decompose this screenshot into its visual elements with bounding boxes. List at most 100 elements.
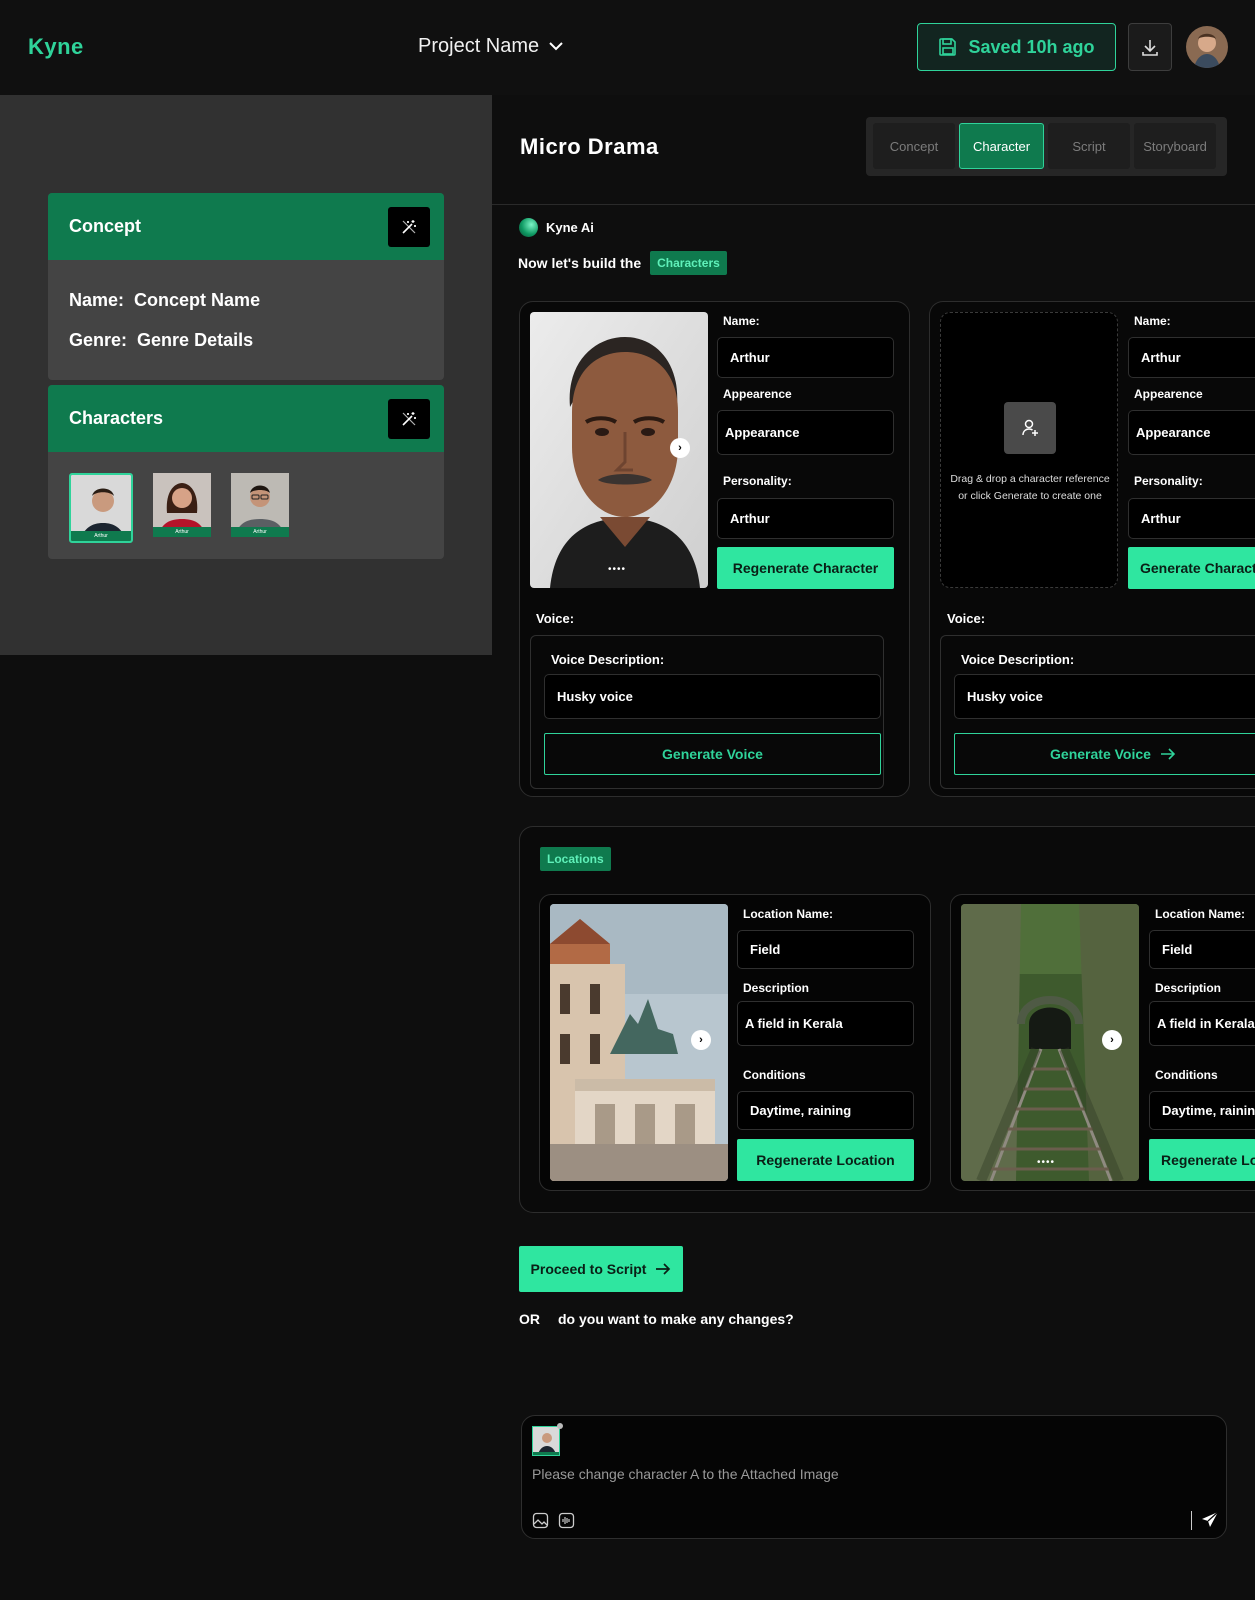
page-title: Micro Drama [520,134,659,159]
characters-card: Characters Arthur Arthur Arthur [48,385,444,559]
regenerate-location-button[interactable]: Regenerate Lo [1149,1139,1255,1181]
name-label: Name: [723,314,760,328]
chevron-down-icon [549,42,563,51]
characters-card-title: Characters [69,408,164,428]
dropzone-hint: Drag & drop a character reference or cli… [950,473,1110,502]
regenerate-character-button[interactable]: Regenerate Character [717,547,894,589]
appearance-input[interactable]: Appearance [1128,410,1255,455]
locations-chip: Locations [540,847,611,871]
voice-description-label: Voice Description: [961,652,1075,667]
character-dropzone[interactable]: Drag & drop a character reference or cli… [940,312,1118,588]
tab-storyboard[interactable]: Storyboard [1134,123,1216,169]
divider [1191,1511,1192,1530]
character-thumb[interactable]: Arthur [153,473,211,537]
build-prompt: Now let's build the Characters [518,251,727,275]
character-thumbnails: Arthur Arthur Arthur [48,452,444,559]
assistant-name: Kyne Ai [546,220,594,235]
location-name-input[interactable]: Field [1149,930,1255,969]
character-thumb[interactable]: Arthur [231,473,289,537]
concept-name-label: Name: [69,290,125,310]
changes-question: do you want to make any changes? [558,1311,794,1327]
conditions-input[interactable]: Daytime, raining [737,1091,914,1130]
kyne-ai-icon [519,218,538,237]
voice-description-input[interactable]: Husky voice [954,674,1255,719]
characters-magic-button[interactable] [388,398,430,439]
description-input[interactable]: A field in Kerala [737,1001,914,1046]
arrow-right-icon [656,1263,671,1275]
voice-box: Voice Description: Husky voice Generate … [530,635,884,789]
conditions-input[interactable]: Daytime, rainin [1149,1091,1255,1130]
appearance-input[interactable]: Appearance [717,410,894,455]
voice-box: Voice Description: Husky voice Generate … [940,635,1255,789]
appearance-label: Appearence [1134,387,1203,401]
concept-genre-label: Genre: [69,330,128,350]
description-label: Description [1155,981,1222,995]
character-thumb-label: Arthur [71,531,131,541]
regenerate-location-button[interactable]: Regenerate Location [737,1139,914,1181]
magic-wand-icon [402,219,416,234]
send-icon[interactable] [1201,1511,1219,1529]
location-photo[interactable]: › •••• [961,904,1139,1181]
assistant-label: Kyne Ai [519,218,594,237]
personality-input[interactable]: Arthur [717,498,894,539]
generate-voice-label: Generate Voice [662,746,763,762]
conditions-label: Conditions [743,1068,806,1082]
tab-concept[interactable]: Concept [873,123,955,169]
attached-image[interactable] [532,1426,560,1456]
personality-label: Personality: [723,474,792,488]
location-name-label: Location Name: [1155,907,1246,921]
location-card: › •••• Location Name: Field Description … [950,894,1255,1191]
build-text: Now let's build the [518,255,642,271]
personality-input[interactable]: Arthur [1128,498,1255,539]
saved-status-button[interactable]: Saved 10h ago [917,23,1116,71]
generate-character-button[interactable]: Generate Charact [1128,547,1255,589]
concept-card-title: Concept [69,216,141,236]
app-logo[interactable]: Kyne [28,34,84,60]
download-button[interactable] [1128,23,1172,71]
location-name-label: Location Name: [743,907,834,921]
next-image-button[interactable]: › [1102,1030,1122,1050]
top-bar: Kyne Project Name Saved 10h ago [0,0,1255,95]
tab-character[interactable]: Character [959,123,1044,169]
concept-card-body: Name: Concept Name Genre: Genre Details [48,260,444,380]
name-input[interactable]: Arthur [1128,337,1255,378]
name-label: Name: [1134,314,1171,328]
audio-attach-icon[interactable] [558,1512,575,1529]
or-text: OR [519,1311,540,1327]
step-tabs: Concept Character Script Storyboard [866,117,1227,176]
changes-prompt: OR do you want to make any changes? [519,1311,794,1327]
location-name-input[interactable]: Field [737,930,914,969]
description-input[interactable]: A field in Kerala [1149,1001,1255,1046]
voice-description-input[interactable]: Husky voice [544,674,881,719]
voice-label: Voice: [536,611,575,626]
concept-magic-button[interactable] [388,206,430,247]
arrow-right-icon [1160,748,1176,760]
chat-input[interactable]: Please change character A to the Attache… [532,1466,839,1482]
project-name-label: Project Name [418,35,540,57]
proceed-label: Proceed to Script [530,1261,647,1277]
project-name-dropdown[interactable]: Project Name [418,35,563,58]
image-attach-icon[interactable] [532,1512,549,1529]
location-photo[interactable]: › [550,904,728,1181]
generate-voice-button[interactable]: Generate Voice [544,733,881,775]
proceed-to-script-button[interactable]: Proceed to Script [519,1246,683,1292]
concept-genre-value: Genre Details [137,330,254,350]
add-character-button[interactable] [1004,402,1056,454]
description-label: Description [743,981,810,995]
character-photo[interactable]: › •••• [530,312,708,588]
user-avatar[interactable] [1186,26,1228,68]
attached-image-thumb [533,1427,559,1455]
next-image-button[interactable]: › [691,1030,711,1050]
generate-voice-button[interactable]: Generate Voice [954,733,1255,775]
save-icon [939,38,957,56]
next-image-button[interactable]: › [670,438,690,458]
character-thumb-label: Arthur [153,527,211,537]
saved-status-text: Saved 10h ago [968,36,1095,57]
character-thumb[interactable]: Arthur [69,473,133,543]
remove-attachment-icon[interactable] [557,1423,563,1429]
name-input[interactable]: Arthur [717,337,894,378]
conditions-label: Conditions [1155,1068,1218,1082]
carousel-dots: •••• [1037,1157,1056,1168]
tab-script[interactable]: Script [1048,123,1130,169]
personality-label: Personality: [1134,474,1203,488]
